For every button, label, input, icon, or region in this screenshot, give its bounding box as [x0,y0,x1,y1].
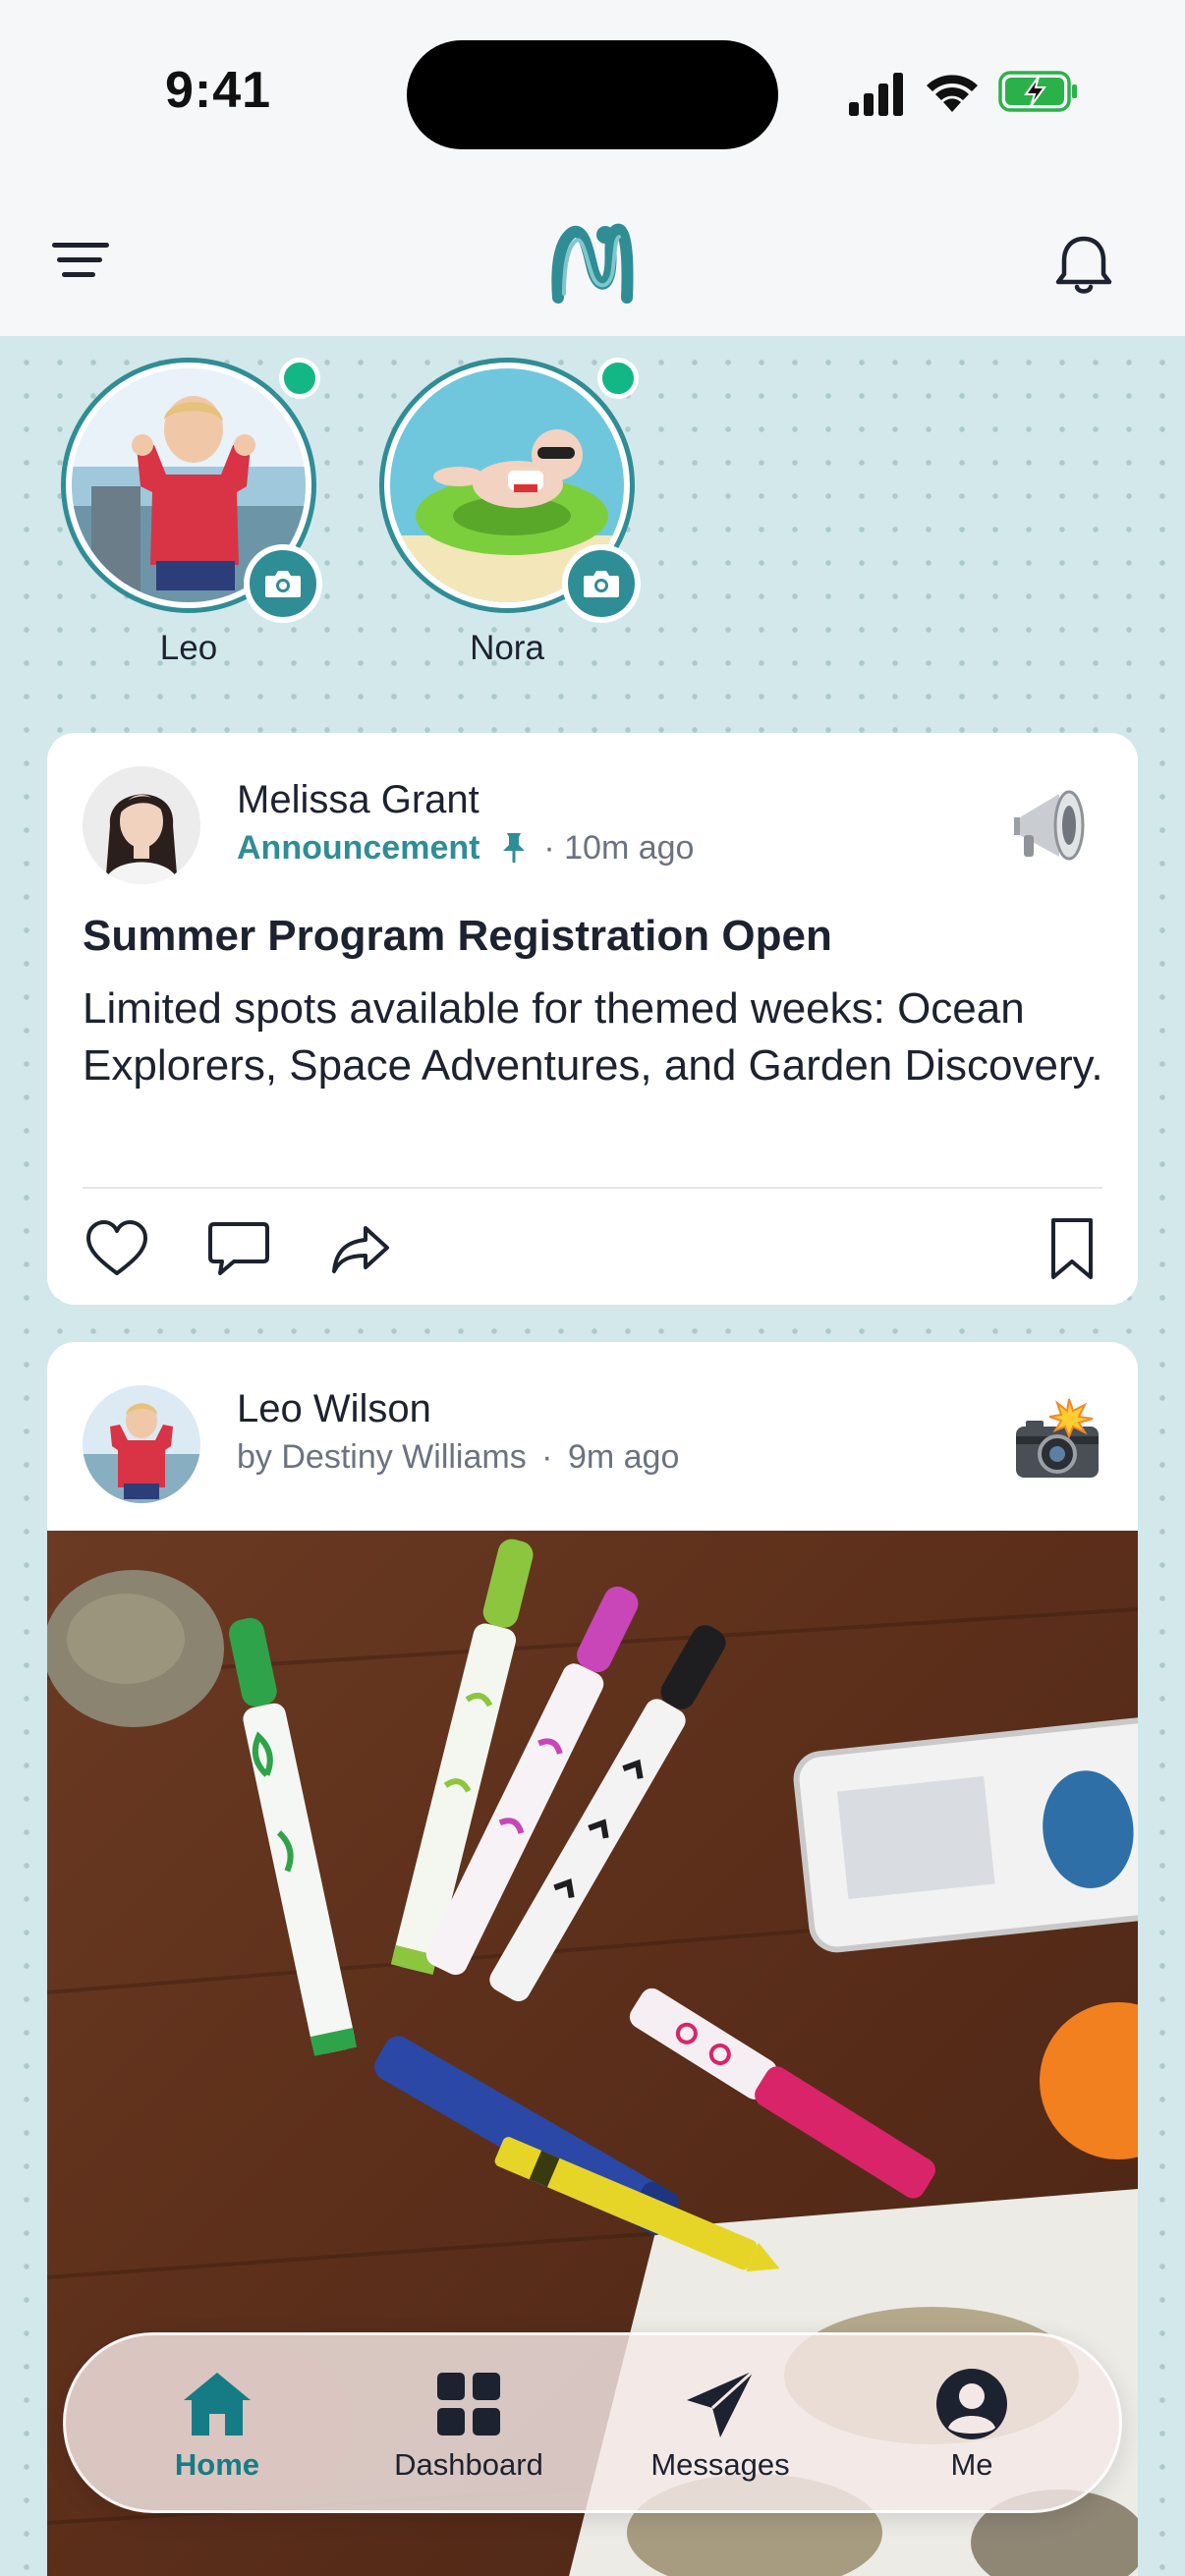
add-photo-button[interactable] [562,544,641,623]
tab-dashboard[interactable]: Dashboard [361,2365,577,2502]
online-indicator [279,358,320,399]
dynamic-island [407,40,778,149]
status-bar: 9:41 [0,0,1185,192]
tab-label: Messages [650,2447,790,2482]
paper-plane-icon [687,2369,756,2437]
hamburger-icon[interactable] [47,235,116,284]
tab-label: Home [174,2447,260,2482]
share-icon[interactable] [326,1214,395,1283]
pin-icon [502,833,525,863]
story-name: Nora [470,629,544,667]
camera-icon [265,571,301,597]
app-header [0,192,1185,336]
bell-icon[interactable] [1049,231,1118,300]
author-avatar[interactable] [83,1385,200,1503]
story-nora[interactable]: Nora [379,358,645,682]
tab-home[interactable]: Home [109,2365,325,2502]
author-avatar[interactable] [83,766,200,884]
like-heart-icon[interactable] [83,1214,151,1283]
author-name[interactable]: Melissa Grant [237,778,480,822]
post-meta: Announcement · 10m ago [237,829,694,868]
meta-separator: · [543,829,555,867]
tab-me[interactable]: Me [864,2365,1080,2502]
battery-charging-icon [998,71,1077,112]
bookmark-icon[interactable] [1038,1214,1106,1283]
cellular-signal-icon [849,73,903,116]
post-title: Summer Program Registration Open [83,912,832,960]
user-icon [936,2369,1007,2439]
brand-logo [551,223,634,304]
author-name[interactable]: Leo Wilson [237,1387,431,1431]
post-byline: by Destiny Williams [237,1438,527,1476]
post-meta: by Destiny Williams · 9m ago [237,1438,679,1477]
post-time: 9m ago [567,1438,680,1476]
megaphone-icon [1014,790,1085,861]
add-photo-button[interactable] [244,544,322,623]
camera-flash-icon [1016,1398,1099,1478]
story-leo[interactable]: Leo [61,358,326,682]
post-card-announcement[interactable]: Melissa Grant Announcement · 10m ago Sum… [47,733,1138,1305]
meta-separator: · [541,1438,553,1476]
post-body: Limited spots available for themed weeks… [83,984,1103,1090]
category-label[interactable]: Announcement [237,829,480,867]
tab-label: Me [950,2447,993,2482]
dashboard-icon [437,2373,500,2436]
online-indicator [597,358,639,399]
home-icon [184,2373,251,2436]
wifi-icon [927,75,978,112]
bottom-tab-bar: Home Dashboard Messages Me [63,2332,1122,2513]
status-time: 9:41 [165,62,272,119]
tab-label: Dashboard [394,2447,543,2482]
post-time: 10m ago [564,829,695,867]
camera-icon [584,571,619,597]
app-screen: 9:41 Leo Nora Melissa Grant Announcement… [0,0,1185,2576]
tab-messages[interactable]: Messages [612,2365,828,2502]
comment-icon[interactable] [204,1214,273,1283]
story-name: Leo [159,629,218,667]
divider [83,1187,1102,1189]
